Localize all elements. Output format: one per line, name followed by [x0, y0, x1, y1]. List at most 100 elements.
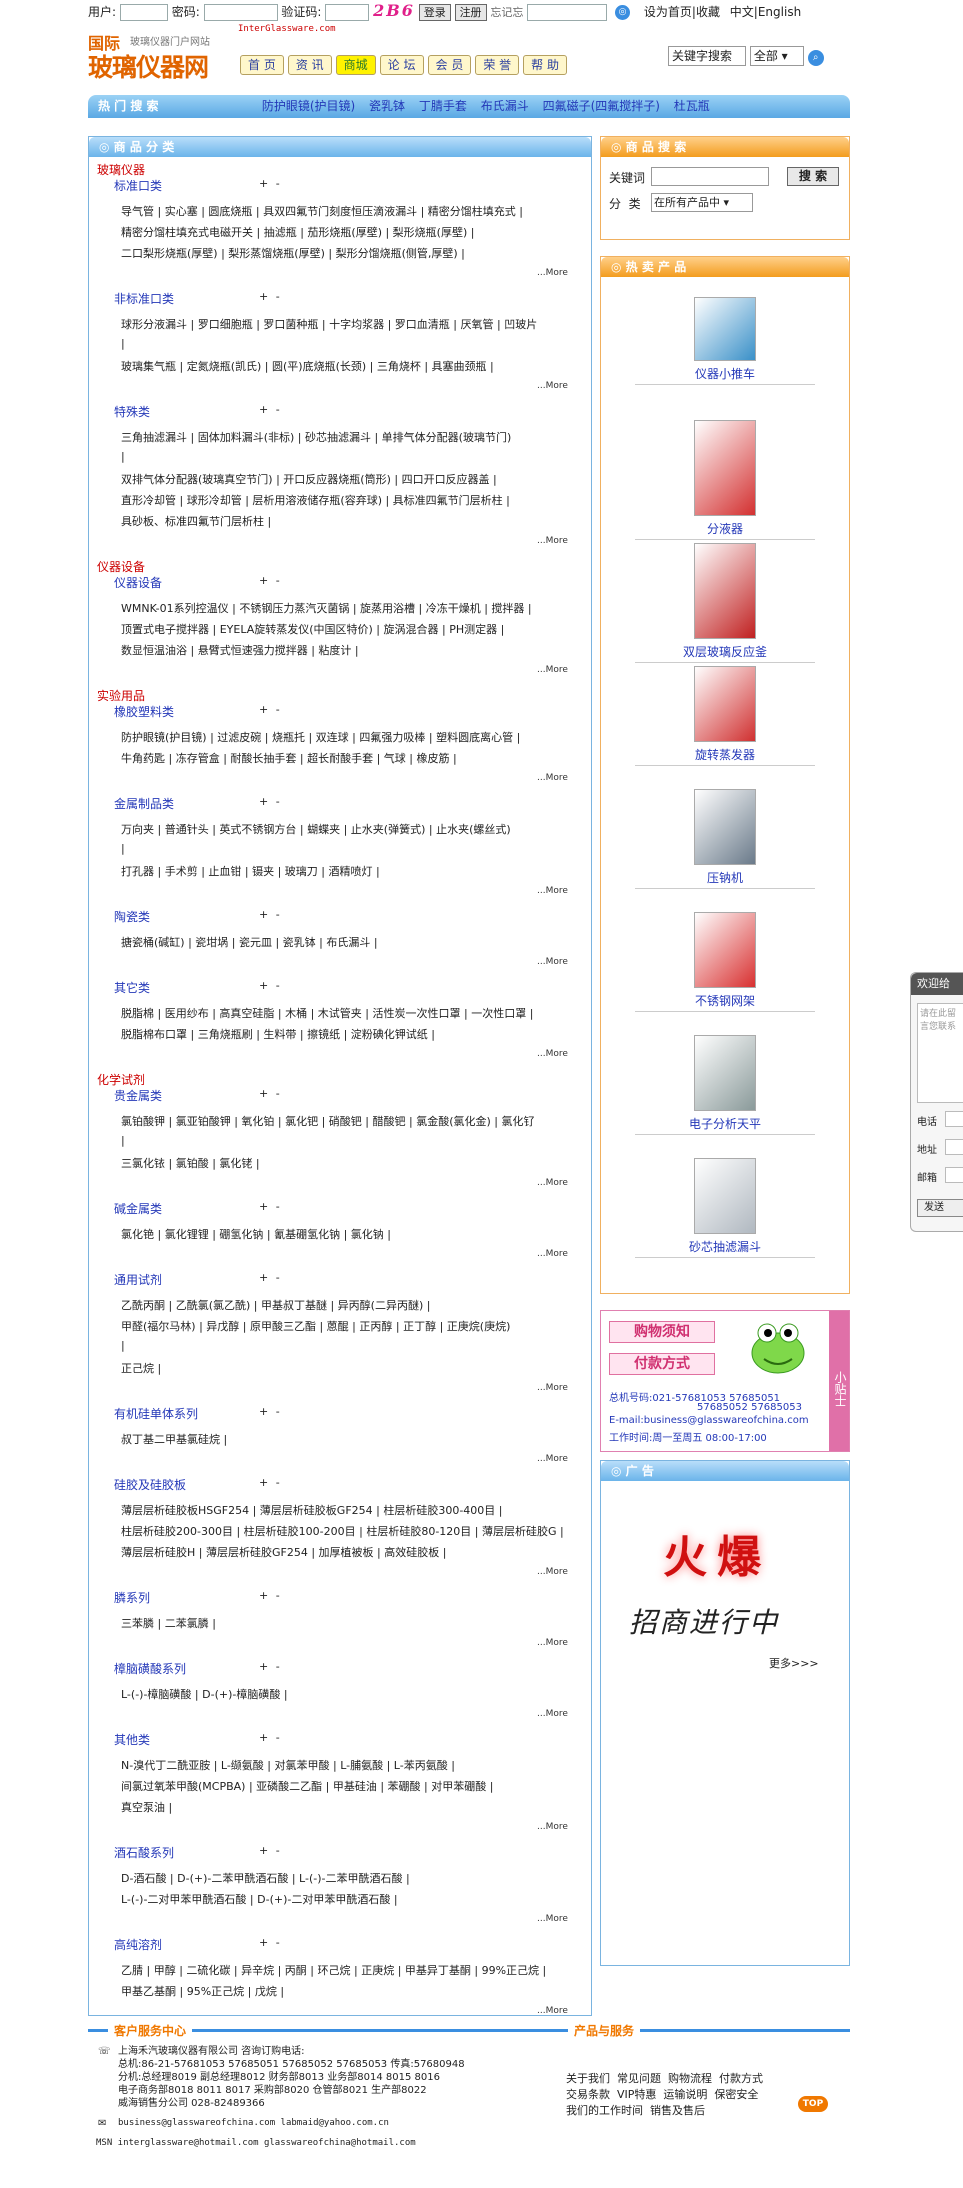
product-link-row[interactable]: 防护眼镜(护目镜) | 过滤皮碗 | 烧瓶托 | 双连球 | 四氟强力吸棒 | …: [121, 729, 520, 745]
search-icon[interactable]: ⌕: [807, 50, 824, 66]
subcategory-title[interactable]: 硅胶及硅胶板: [114, 1476, 186, 1493]
product-link-row[interactable]: 二口梨形烧瓶(厚壁) | 梨形蒸馏烧瓶(厚壁) | 梨形分馏烧瓶(侧管,厚壁) …: [121, 245, 465, 261]
subcategory-title[interactable]: 高纯溶剂: [114, 1936, 162, 1953]
service-msn[interactable]: MSN interglassware@hotmail.com glassware…: [96, 2138, 416, 2148]
subcategory-name[interactable]: 特殊类: [114, 405, 150, 419]
product-image[interactable]: [694, 912, 756, 988]
product-link-row[interactable]: 薄层层析硅胶板HSGF254 | 薄层层析硅胶板GF254 | 柱层析硅胶300…: [121, 1502, 503, 1518]
subcategory-title[interactable]: 膦系列: [114, 1589, 150, 1606]
lang-en-link[interactable]: English: [758, 5, 801, 19]
captcha-input[interactable]: [325, 4, 370, 21]
more-link[interactable]: ...More: [537, 268, 568, 278]
hot-product-item[interactable]: 双层玻璃反应釜: [601, 543, 849, 663]
product-link-row[interactable]: 氯化铯 | 氯化锂锂 | 硼氢化钠 | 氰基硼氢化钠 | 氯化钠 |: [121, 1226, 391, 1242]
more-link[interactable]: ...More: [537, 2006, 568, 2016]
product-link-row[interactable]: 三角抽滤漏斗 | 固体加料漏斗(非标) | 砂芯抽滤漏斗 | 单排气体分配器(玻…: [121, 429, 511, 445]
nav-member[interactable]: 会 员: [427, 55, 472, 75]
product-link-row[interactable]: 双排气体分配器(玻璃真空节门) | 开口反应器烧瓶(筒形) | 四口开口反应器盖…: [121, 471, 497, 487]
forgot-input[interactable]: [527, 4, 608, 21]
product-name[interactable]: 旋转蒸发器: [635, 746, 815, 766]
subcategory-name[interactable]: 陶瓷类: [114, 910, 150, 924]
nav-home[interactable]: 首 页: [240, 55, 284, 75]
subcategory-title[interactable]: 仪器设备: [114, 574, 162, 591]
product-link-row[interactable]: L-(-)-樟脑磺酸 | D-(+)-樟脑磺酸 |: [121, 1686, 288, 1702]
hot-link[interactable]: 丁腈手套: [419, 99, 467, 113]
product-link-row[interactable]: 甲醛(福尔马林) | 异戊醇 | 原甲酸三乙酯 | 蒽醌 | 正丙醇 | 正丁醇…: [121, 1318, 510, 1334]
more-link[interactable]: ...More: [537, 1567, 568, 1577]
favorite-link[interactable]: 收藏: [696, 5, 720, 19]
product-link-row[interactable]: |: [121, 337, 125, 350]
product-link-row[interactable]: 三苯膦 | 二苯氯膦 |: [121, 1615, 216, 1631]
product-link-row[interactable]: 柱层析硅胶200-300目 | 柱层析硅胶100-200目 | 柱层析硅胶80-…: [121, 1523, 564, 1539]
expand-collapse-toggle[interactable]: + -: [259, 1844, 282, 1857]
subcategory-title[interactable]: 橡胶塑料类: [114, 703, 174, 720]
expand-collapse-toggle[interactable]: + -: [259, 1271, 282, 1284]
subcategory-name[interactable]: 通用试剂: [114, 1273, 162, 1287]
service-email[interactable]: business@glasswareofchina.com labmaid@ya…: [118, 2118, 389, 2128]
subcategory-title[interactable]: 有机硅单体系列: [114, 1405, 198, 1422]
feedback-textarea[interactable]: 请在此留言您联系: [917, 1003, 963, 1103]
register-button[interactable]: 注册: [454, 4, 487, 21]
expand-collapse-toggle[interactable]: + -: [259, 403, 282, 416]
product-link-row[interactable]: 顶置式电子搅拌器 | EYELA旋转蒸发仪(中国区特价) | 旋涡混合器 | P…: [121, 621, 504, 637]
header-search-input[interactable]: 关键字搜索: [668, 46, 746, 66]
product-link-row[interactable]: 乙酰丙酮 | 乙酰氯(氯乙酰) | 甲基叔丁基醚 | 异丙醇(二异丙醚) |: [121, 1297, 430, 1313]
set-home-link[interactable]: 设为首页: [644, 5, 692, 19]
nav-forum[interactable]: 论 坛: [379, 55, 424, 75]
product-link-row[interactable]: |: [121, 1134, 125, 1147]
product-image[interactable]: [694, 1158, 756, 1234]
nav-mall[interactable]: 商城: [335, 55, 376, 75]
more-link[interactable]: ...More: [537, 1178, 568, 1188]
subcategory-name[interactable]: 金属制品类: [114, 797, 174, 811]
more-link[interactable]: ...More: [537, 1638, 568, 1648]
product-link-row[interactable]: 直形冷却管 | 球形冷却管 | 层析用溶液储存瓶(容弃球) | 具标准四氟节门层…: [121, 492, 510, 508]
product-link-row[interactable]: |: [121, 450, 125, 463]
product-link-row[interactable]: 打孔器 | 手术剪 | 止血钳 | 镊夹 | 玻璃刀 | 酒精喷灯 |: [121, 863, 380, 879]
subcategory-name[interactable]: 高纯溶剂: [114, 1938, 162, 1952]
expand-collapse-toggle[interactable]: + -: [259, 177, 282, 190]
expand-collapse-toggle[interactable]: + -: [259, 979, 282, 992]
more-link[interactable]: ...More: [537, 1822, 568, 1832]
product-name[interactable]: 不锈钢网架: [635, 992, 815, 1012]
subcategory-title[interactable]: 通用试剂: [114, 1271, 162, 1288]
captcha-image[interactable]: 2B6: [373, 1, 415, 20]
subcategory-name[interactable]: 碱金属类: [114, 1202, 162, 1216]
footer-links[interactable]: 交易条款 VIP特惠 运输说明 保密安全: [566, 2086, 758, 2102]
product-link-row[interactable]: |: [121, 842, 125, 855]
more-link[interactable]: ...More: [537, 1454, 568, 1464]
expand-collapse-toggle[interactable]: + -: [259, 1589, 282, 1602]
category-group-title[interactable]: 仪器设备: [97, 558, 145, 575]
nav-news[interactable]: 资 讯: [287, 55, 332, 75]
nav-honor[interactable]: 荣 誉: [475, 55, 520, 75]
subcategory-name[interactable]: 仪器设备: [114, 576, 162, 590]
lock-icon[interactable]: ◎: [615, 5, 631, 20]
hot-link[interactable]: 瓷乳钵: [369, 99, 405, 113]
product-name[interactable]: 双层玻璃反应釜: [635, 643, 815, 663]
forgot-link[interactable]: 忘记忘: [490, 6, 523, 19]
tips-email[interactable]: E-mail:business@glasswareofchina.com: [609, 1415, 809, 1426]
product-link-row[interactable]: 精密分馏柱填充式电磁开关 | 抽滤瓶 | 茄形烧瓶(厚壁) | 梨形烧瓶(厚壁)…: [121, 224, 474, 240]
password-input[interactable]: [203, 4, 278, 21]
more-link[interactable]: ...More: [537, 665, 568, 675]
subcategory-name[interactable]: 膦系列: [114, 1591, 150, 1605]
category-group-title[interactable]: 实验用品: [97, 687, 145, 704]
hot-product-item[interactable]: 不锈钢网架: [601, 912, 849, 1012]
product-link-row[interactable]: 叔丁基二甲基氯硅烷 |: [121, 1431, 227, 1447]
hot-link[interactable]: 杜瓦瓶: [674, 99, 710, 113]
expand-collapse-toggle[interactable]: + -: [259, 703, 282, 716]
hot-link[interactable]: 防护眼镜(护目镜): [262, 99, 355, 113]
subcategory-title[interactable]: 樟脑磺酸系列: [114, 1660, 186, 1677]
hot-product-item[interactable]: 仪器小推车: [601, 297, 849, 385]
product-name[interactable]: 仪器小推车: [635, 365, 815, 385]
hot-link[interactable]: 四氟磁子(四氟搅拌子): [543, 99, 660, 113]
subcategory-title[interactable]: 特殊类: [114, 403, 150, 420]
product-link-row[interactable]: D-酒石酸 | D-(+)-二苯甲酰酒石酸 | L-(-)-二苯甲酰酒石酸 |: [121, 1870, 410, 1886]
hot-product-item[interactable]: 压钠机: [601, 789, 849, 889]
subcategory-name[interactable]: 酒石酸系列: [114, 1846, 174, 1860]
product-image[interactable]: [694, 1035, 756, 1111]
subcategory-name[interactable]: 其它类: [114, 981, 150, 995]
category-select[interactable]: 在所有产品中 ▾: [651, 193, 753, 212]
expand-collapse-toggle[interactable]: + -: [259, 1405, 282, 1418]
product-link-row[interactable]: 甲基乙基酮 | 95%正己烷 | 戊烷 |: [121, 1983, 284, 1999]
header-search-scope[interactable]: 全部 ▾: [749, 46, 804, 66]
